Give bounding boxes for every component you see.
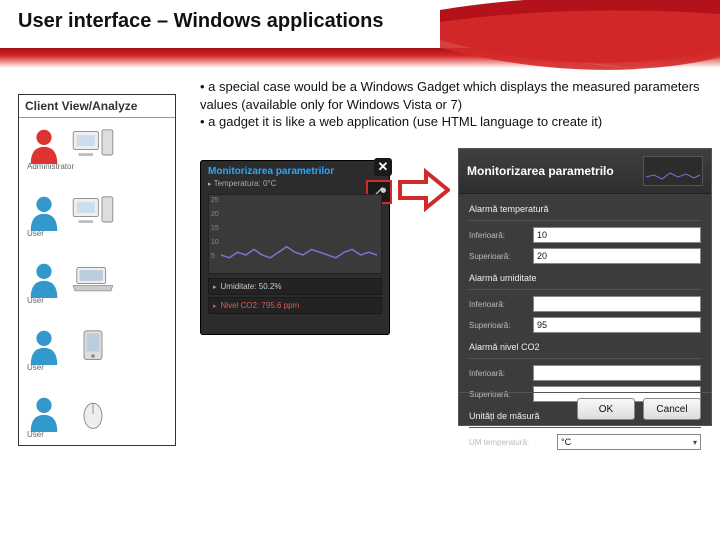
gadget-chart: 25 20 15 10 5	[208, 194, 382, 274]
dialog-header: Monitorizarea parametrilo	[459, 149, 711, 194]
dialog-preview-thumbnail	[643, 156, 703, 186]
gadget-subtitle: Temperatura: 0°C	[214, 179, 277, 188]
select-um-temp[interactable]: °C▾	[557, 434, 701, 450]
mouse-icon	[71, 396, 115, 432]
header-underline	[0, 48, 720, 68]
slide-header: User interface – Windows applications	[0, 0, 720, 80]
slide-title: User interface – Windows applications	[18, 10, 720, 33]
gadget-window: ✕ Monitorizarea parametrilor ▸ Temperatu…	[200, 160, 390, 335]
user-row	[25, 260, 169, 298]
input-temp-sup[interactable]: 20	[533, 248, 701, 264]
client-view-heading: Client View/Analyze	[19, 95, 175, 118]
label-um: UM temperatură:	[469, 438, 551, 447]
gadget-title: Monitorizarea parametrilor	[200, 160, 390, 179]
desktop-icon	[71, 128, 115, 164]
input-temp-inf[interactable]: 10	[533, 227, 701, 243]
bullet-1: • a special case would be a Windows Gadg…	[200, 78, 702, 113]
person-blue-icon	[25, 260, 63, 298]
person-blue-icon	[25, 394, 63, 432]
input-hum-inf[interactable]	[533, 296, 701, 312]
desktop-icon	[71, 195, 115, 231]
person-blue-icon	[25, 327, 63, 365]
cancel-button[interactable]: Cancel	[643, 398, 701, 420]
close-icon[interactable]: ✕	[374, 158, 392, 176]
chevron-down-icon: ▾	[693, 438, 697, 447]
user-row	[25, 327, 169, 365]
user-row	[25, 193, 169, 231]
person-blue-icon	[25, 193, 63, 231]
input-hum-sup[interactable]: 95	[533, 317, 701, 333]
laptop-icon	[71, 262, 115, 298]
bullet-text: • a special case would be a Windows Gadg…	[200, 78, 702, 131]
arrow-right-icon	[398, 168, 450, 212]
gadget-row-humidity[interactable]: ▸Umiditate: 50.2%	[208, 278, 382, 295]
person-red-icon	[25, 126, 63, 164]
section-temp: Alarmă temperatură	[469, 204, 701, 214]
label-sup: Superioară:	[469, 252, 527, 261]
ok-button[interactable]: OK	[577, 398, 635, 420]
user-row	[25, 394, 169, 432]
chart-line	[209, 195, 381, 273]
section-co2: Alarmă nivel CO2	[469, 342, 701, 352]
label-inf: Inferioară:	[469, 369, 527, 378]
pda-icon	[71, 329, 115, 365]
user-row-admin	[25, 126, 169, 164]
label-inf: Inferioară:	[469, 231, 527, 240]
input-co2-inf[interactable]	[533, 365, 701, 381]
section-hum: Alarmă umiditate	[469, 273, 701, 283]
dialog-title: Monitorizarea parametrilo	[467, 164, 643, 178]
gadget-row-co2[interactable]: ▸Nivel CO2: 795.6 ppm	[208, 297, 382, 314]
label-sup: Superioară:	[469, 321, 527, 330]
dialog-footer: OK Cancel	[459, 392, 711, 425]
client-view-panel: Client View/Analyze Administrator User	[18, 94, 176, 446]
label-inf: Inferioară:	[469, 300, 527, 309]
settings-dialog: Monitorizarea parametrilo Alarmă tempera…	[458, 148, 712, 426]
bullet-2: • a gadget it is like a web application …	[200, 113, 702, 131]
